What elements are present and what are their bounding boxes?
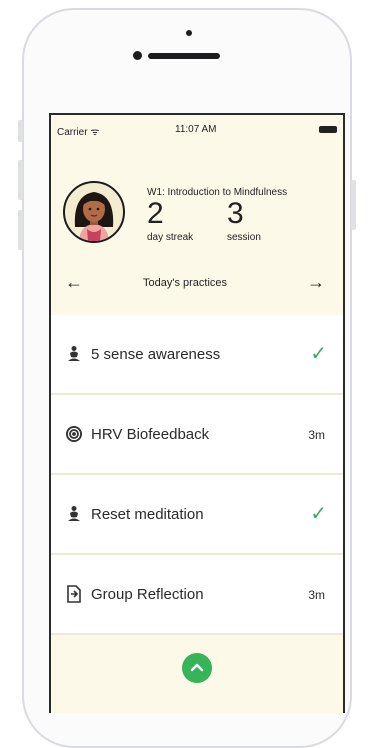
app-screen: Carrier ᯤ 11:07 AM W1: Introduction to M…	[49, 113, 345, 713]
practice-label: Group Reflection	[91, 586, 204, 603]
status-time: 11:07 AM	[175, 124, 217, 135]
session-label: session	[227, 232, 261, 243]
practice-item-5-sense-awareness[interactable]: 5 sense awareness ✓	[51, 315, 343, 395]
checkmark-icon: ✓	[310, 343, 327, 365]
battery-icon	[319, 126, 337, 133]
power-button	[351, 180, 356, 230]
duration-label: 3m	[308, 428, 325, 442]
practice-label: 5 sense awareness	[91, 346, 221, 363]
expand-button[interactable]	[182, 653, 212, 683]
volume-up-button	[18, 160, 23, 200]
week-title: W1: Introduction to Mindfulness	[147, 187, 288, 198]
course-header: W1: Introduction to Mindfulness 2 day st…	[51, 137, 343, 315]
practice-item-hrv-biofeedback[interactable]: HRV Biofeedback 3m	[51, 395, 343, 475]
front-camera	[133, 51, 142, 60]
practice-item-reset-meditation[interactable]: Reset meditation ✓	[51, 475, 343, 555]
practice-label: HRV Biofeedback	[91, 426, 210, 443]
carrier-label: Carrier ᯤ	[57, 127, 100, 138]
checkmark-icon: ✓	[310, 503, 327, 525]
practices-title: Today's practices	[143, 277, 228, 289]
volume-down-button	[18, 210, 23, 250]
meditation-icon	[68, 506, 80, 521]
status-bar: Carrier ᯤ 11:07 AM	[51, 115, 343, 138]
practice-item-group-reflection[interactable]: Group Reflection 3m	[51, 555, 343, 635]
meditation-icon	[68, 346, 80, 361]
practice-label: Reset meditation	[91, 506, 204, 523]
avatar[interactable]	[63, 181, 125, 243]
practice-list: 5 sense awareness ✓ HRV Biofeedback 3m R…	[51, 315, 343, 635]
duration-label: 3m	[308, 588, 325, 602]
arrow-left-icon[interactable]: ←	[65, 273, 83, 291]
mute-switch	[18, 120, 23, 142]
woman-avatar-icon	[74, 192, 114, 241]
day-streak-value: 2	[147, 197, 164, 230]
session-value: 3	[227, 197, 244, 230]
chevron-up-icon	[190, 663, 204, 672]
day-streak-label: day streak	[147, 232, 194, 243]
biofeedback-icon	[66, 426, 82, 442]
reflection-icon	[67, 585, 81, 603]
proximity-sensor	[186, 30, 192, 36]
earpiece-speaker	[148, 53, 220, 59]
arrow-right-icon[interactable]: →	[307, 273, 325, 291]
